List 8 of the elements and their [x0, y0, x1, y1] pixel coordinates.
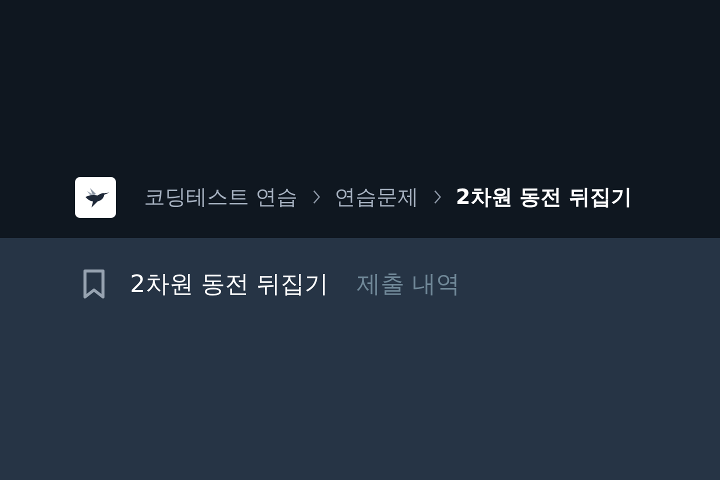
breadcrumb-link[interactable]: 연습문제: [334, 183, 419, 211]
bird-logo-icon[interactable]: [75, 176, 116, 218]
breadcrumb-link[interactable]: 2차원 동전 뒤집기: [456, 183, 632, 211]
chevron-right-icon: [312, 189, 321, 205]
tab[interactable]: 2차원 동전 뒤집기: [130, 268, 329, 300]
breadcrumb-link[interactable]: 코딩테스트 연습: [144, 183, 298, 211]
chevron-right-icon: [432, 189, 442, 205]
bookmark-icon[interactable]: [82, 268, 106, 300]
